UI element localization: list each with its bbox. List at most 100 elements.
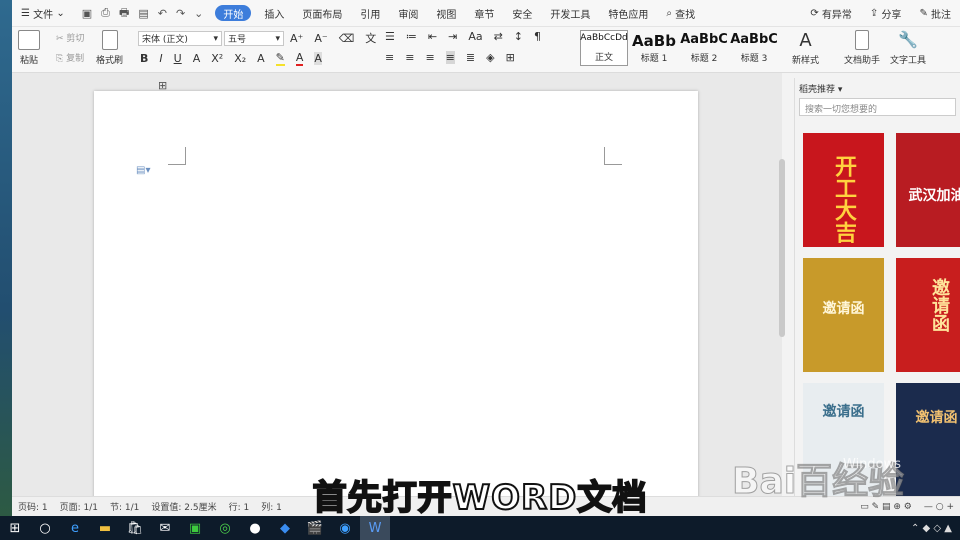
shrink-font-icon[interactable]: A⁻ bbox=[314, 32, 327, 45]
redo-icon[interactable]: ↷ bbox=[176, 7, 185, 20]
scrollbar-thumb[interactable] bbox=[779, 159, 785, 337]
file-menu-label: 文件 bbox=[33, 9, 54, 21]
decrease-indent-icon[interactable]: ⇤ bbox=[428, 30, 437, 43]
windows-taskbar: ⊞ ○ e ▬ 🛍 ✉ ▣ ◎ ● ◆ 🎬 ◉ W ⌃ ◆ ◇ ▲ bbox=[0, 516, 960, 540]
undo-icon[interactable]: ↶ bbox=[158, 7, 167, 20]
text-effect-icon[interactable]: A bbox=[257, 52, 265, 65]
superscript-icon[interactable]: X² bbox=[211, 52, 223, 65]
align-right-icon[interactable]: ≡ bbox=[425, 51, 434, 64]
font-size-tools: A⁺ A⁻ ⌫ 文 bbox=[290, 30, 376, 46]
template-tile[interactable]: 邀请函 bbox=[896, 258, 960, 372]
search-icon[interactable]: ○ bbox=[30, 516, 60, 540]
edge-browser-icon[interactable]: e bbox=[60, 516, 90, 540]
file-explorer-icon[interactable]: ▬ bbox=[90, 516, 120, 540]
format-painter-button[interactable]: 格式刷 bbox=[96, 30, 123, 66]
cut-button[interactable]: ✂ 剪切 bbox=[56, 31, 84, 44]
tab-special-apps[interactable]: 特色应用 bbox=[599, 0, 657, 27]
font-name-select[interactable]: 宋体 (正文) ▾ bbox=[138, 31, 222, 46]
exception-button[interactable]: ⟳ 有异常 bbox=[801, 0, 861, 27]
borders-icon[interactable]: ⊞ bbox=[506, 51, 515, 64]
format-painter-label: 格式刷 bbox=[96, 56, 124, 66]
highlight-icon[interactable]: ✎ bbox=[275, 51, 285, 66]
new-style-button[interactable]: A 新样式 bbox=[792, 30, 819, 66]
distributed-icon[interactable]: ≣ bbox=[466, 51, 475, 64]
document-page[interactable]: ▤▾ bbox=[94, 91, 698, 501]
show-marks-icon[interactable]: ¶ bbox=[534, 30, 541, 43]
chevron-down-icon[interactable]: ⌄ bbox=[194, 7, 203, 20]
shading-icon[interactable]: ◈ bbox=[486, 51, 494, 64]
italic-icon[interactable]: I bbox=[159, 52, 162, 65]
align-center-icon[interactable]: ≡ bbox=[405, 51, 414, 64]
tray-icons[interactable]: ⌃ ◆ ◇ ▲ bbox=[911, 523, 952, 534]
thunder-icon[interactable]: ◆ bbox=[270, 516, 300, 540]
tab-home[interactable]: 开始 bbox=[215, 5, 252, 21]
font-size-select[interactable]: 五号 ▾ bbox=[224, 31, 284, 46]
copy-label: 复制 bbox=[66, 54, 85, 64]
strikethrough-icon[interactable]: A bbox=[193, 52, 201, 65]
share-button[interactable]: ⇪ 分享 bbox=[861, 0, 911, 27]
wps-writer-icon[interactable]: W bbox=[360, 516, 390, 540]
new-style-label: 新样式 bbox=[792, 56, 820, 66]
underline-icon[interactable]: U bbox=[174, 52, 182, 65]
font-size-value: 五号 bbox=[228, 35, 247, 45]
scissors-icon: ✂ 剪切 bbox=[56, 34, 85, 44]
clear-format-icon[interactable]: ⌫ bbox=[339, 32, 355, 45]
system-tray[interactable]: ⌃ ◆ ◇ ▲ bbox=[911, 523, 960, 534]
panel-search-input[interactable]: 搜索一切您想要的 bbox=[799, 98, 956, 116]
bullet-list-icon[interactable]: ☰ bbox=[385, 30, 395, 43]
iqiyi-icon[interactable]: ▣ bbox=[180, 516, 210, 540]
style-heading-2[interactable]: AaBbC 标题 2 bbox=[680, 30, 728, 66]
user-app-icon[interactable]: ● bbox=[240, 516, 270, 540]
tab-review[interactable]: 审阅 bbox=[389, 0, 427, 27]
line-spacing-icon[interactable]: ↕ bbox=[514, 30, 523, 43]
doc-helper-button[interactable]: 文档助手 bbox=[844, 30, 880, 66]
char-shading-icon[interactable]: A bbox=[314, 52, 322, 65]
chinese-layout-icon[interactable]: ⇄ bbox=[494, 30, 503, 43]
style-heading-1[interactable]: AaBb 标题 1 bbox=[630, 30, 678, 66]
subscript-icon[interactable]: X₂ bbox=[234, 52, 246, 65]
tab-view[interactable]: 视图 bbox=[427, 0, 465, 27]
phonetic-icon[interactable]: 文 bbox=[365, 30, 376, 46]
align-left-icon[interactable]: ≡ bbox=[385, 51, 394, 64]
tab-page-layout[interactable]: 页面布局 bbox=[293, 0, 351, 27]
numbered-list-icon[interactable]: ≔ bbox=[406, 30, 417, 43]
comment-button[interactable]: ✎ 批注 bbox=[910, 0, 960, 27]
mail-icon[interactable]: ✉ bbox=[150, 516, 180, 540]
export-pdf-icon[interactable]: ▤ bbox=[138, 7, 148, 20]
video-subtitle: 首先打开WORD文档 bbox=[312, 477, 648, 519]
increase-indent-icon[interactable]: ⇥ bbox=[448, 30, 457, 43]
style-heading-3[interactable]: AaBbC 标题 3 bbox=[730, 30, 778, 66]
justify-icon[interactable]: ≡ bbox=[445, 51, 455, 64]
template-tile[interactable]: 开工大吉 bbox=[803, 133, 884, 247]
search-command[interactable]: ⌕ 查找 bbox=[657, 0, 704, 27]
store-icon[interactable]: 🛍 bbox=[120, 516, 150, 540]
wechat-icon[interactable]: ◎ bbox=[210, 516, 240, 540]
tab-references[interactable]: 引用 bbox=[351, 0, 389, 27]
tab-security[interactable]: 安全 bbox=[503, 0, 541, 27]
grow-font-icon[interactable]: A⁺ bbox=[290, 32, 303, 45]
tab-insert[interactable]: 插入 bbox=[255, 0, 293, 27]
video-editor-icon[interactable]: 🎬 bbox=[300, 516, 330, 540]
text-tool-button[interactable]: 🔧 文字工具 bbox=[890, 30, 926, 66]
save-icon[interactable]: ▣ bbox=[82, 7, 92, 20]
app-menu-button[interactable]: ☰ 文件 ⌄ bbox=[12, 0, 74, 27]
panel-title[interactable]: 稻壳推荐 ▾ bbox=[795, 78, 960, 96]
template-tile[interactable]: 邀请函 bbox=[803, 258, 884, 372]
qq-browser-icon[interactable]: ◉ bbox=[330, 516, 360, 540]
windows-start-icon[interactable]: ⊞ bbox=[0, 516, 30, 540]
paste-options-icon[interactable]: ▤▾ bbox=[136, 165, 150, 176]
change-case-icon[interactable]: Aa bbox=[468, 30, 482, 43]
style-normal[interactable]: AaBbCcDd 正文 bbox=[580, 30, 628, 66]
tab-developer[interactable]: 开发工具 bbox=[541, 0, 599, 27]
menu-icon: ☰ bbox=[21, 7, 34, 19]
cut-label: 剪切 bbox=[66, 34, 85, 44]
bold-icon[interactable]: B bbox=[140, 52, 148, 65]
print-icon[interactable]: 🖶 bbox=[119, 4, 129, 23]
print-preview-icon[interactable]: ⎙ bbox=[101, 6, 110, 20]
template-tile[interactable]: 武汉加油 bbox=[896, 133, 960, 247]
wrench-icon: 🔧 bbox=[898, 30, 918, 49]
copy-button[interactable]: ⎘ 复制 bbox=[56, 51, 84, 64]
tab-sections[interactable]: 章节 bbox=[465, 0, 503, 27]
font-color-icon[interactable]: A bbox=[295, 51, 304, 66]
paste-button[interactable]: 粘贴 bbox=[18, 30, 40, 66]
